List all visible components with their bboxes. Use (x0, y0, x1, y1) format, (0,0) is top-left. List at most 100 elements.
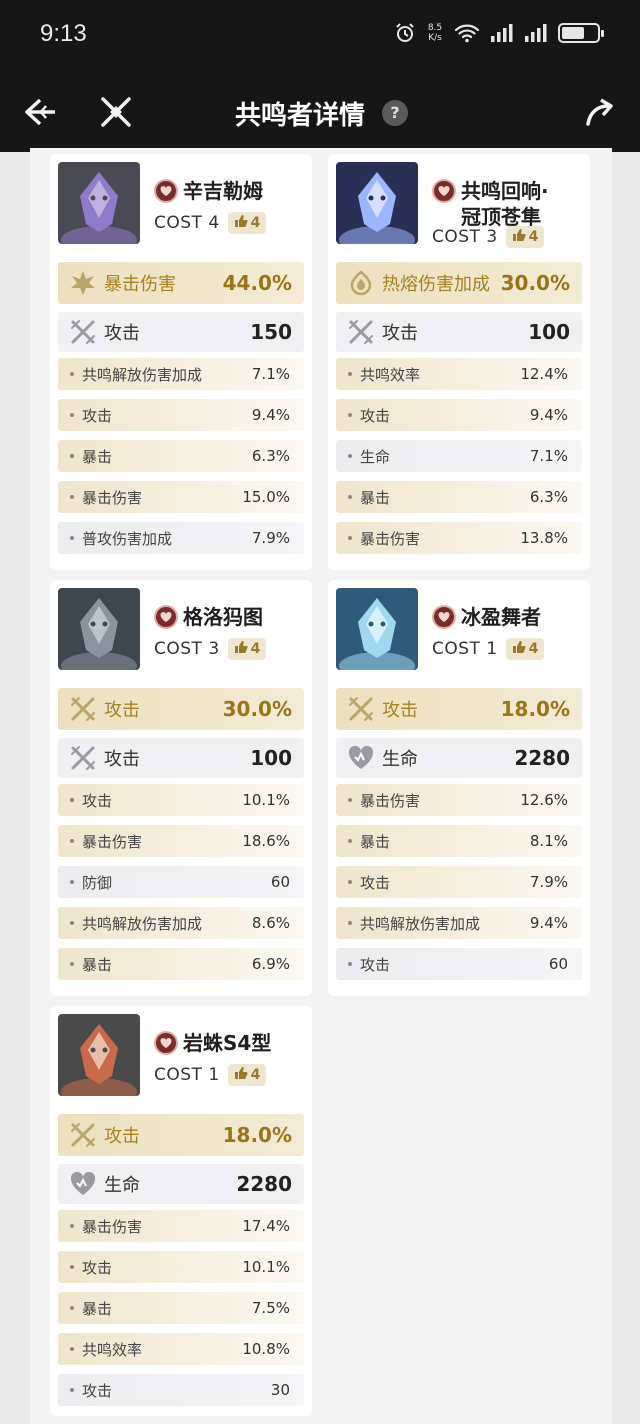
level-value: 4 (250, 215, 261, 231)
secondary-stat-label: 共鸣效率 (82, 1340, 143, 1359)
echo-card[interactable]: 格洛犸图 COST 3 4 攻击 30.0% 攻击 100 攻击 10.1% 暴… (50, 580, 312, 996)
bullet-icon (70, 454, 74, 458)
main-stat-label: 攻击 (382, 700, 418, 721)
secondary-stat-row: 共鸣解放伤害加成 7.1% (58, 358, 304, 390)
bullet-icon (348, 536, 352, 540)
echo-name-text: 冰盈舞者 (461, 605, 541, 629)
cost-label: COST 3 (432, 227, 498, 247)
secondary-stat-label: 暴击 (360, 832, 391, 851)
thumb-icon (512, 228, 529, 246)
echo-card-body: 岩蛛S4型 COST 1 4 攻击 18.0% 生命 2280 暴击伤害 17.… (58, 1014, 304, 1408)
cost-row: COST 3 4 (154, 638, 267, 660)
sonata-icon (432, 179, 456, 203)
sub-stat-label: 攻击 (382, 323, 418, 344)
secondary-stat-label: 攻击 (360, 955, 391, 974)
help-icon[interactable]: ? (382, 100, 408, 126)
echo-name-text: 岩蛛S4型 (183, 1031, 272, 1055)
bullet-icon (70, 536, 74, 540)
echo-name: 岩蛛S4型 (154, 1030, 271, 1056)
main-stat-value: 44.0% (222, 271, 292, 295)
bullet-icon (348, 962, 352, 966)
secondary-stat-label: 共鸣解放伤害加成 (82, 914, 203, 933)
sonata-icon (432, 605, 456, 629)
echo-avatar (336, 162, 418, 244)
level-value: 4 (250, 641, 261, 657)
alarm-icon (394, 22, 416, 44)
status-bar: 9:13 8.5 K/s (0, 12, 640, 52)
secondary-stat-label: 暴击 (360, 488, 391, 507)
sub-stat: 攻击 150 (58, 312, 304, 352)
secondary-stat-label: 共鸣解放伤害加成 (82, 365, 203, 384)
thumb-icon (512, 640, 529, 658)
secondary-stat-value: 10.8% (242, 1340, 290, 1358)
secondary-stat-value: 13.8% (520, 529, 568, 547)
secondary-stat-label: 攻击 (82, 1258, 113, 1277)
secondary-stat-label: 共鸣解放伤害加成 (360, 914, 481, 933)
cost-label: COST 4 (154, 213, 220, 233)
hp-icon (346, 745, 376, 771)
bullet-icon (70, 1388, 74, 1392)
network-speed: 8.5 K/s (427, 23, 443, 43)
bullet-icon (70, 495, 74, 499)
echo-card[interactable]: 冰盈舞者 COST 1 4 攻击 18.0% 生命 2280 暴击伤害 12.6… (328, 580, 590, 996)
secondary-stat-row: 共鸣解放伤害加成 9.4% (336, 907, 582, 939)
echo-name: 冰盈舞者 (432, 604, 541, 630)
thumb-icon (234, 1066, 251, 1084)
bullet-icon (348, 372, 352, 376)
sub-stat-value: 2280 (236, 1172, 292, 1196)
secondary-stat-label: 生命 (360, 447, 391, 466)
secondary-stat-row: 暴击 7.5% (58, 1292, 304, 1324)
echo-card[interactable]: 岩蛛S4型 COST 1 4 攻击 18.0% 生命 2280 暴击伤害 17.… (50, 1006, 312, 1416)
bullet-icon (348, 454, 352, 458)
main-stat-value: 30.0% (500, 271, 570, 295)
secondary-stat-row: 防御 60 (58, 866, 304, 898)
main-stat: 攻击 30.0% (58, 688, 304, 730)
echo-avatar (336, 588, 418, 670)
sub-stat-label: 生命 (382, 749, 418, 770)
secondary-stat-value: 17.4% (242, 1217, 290, 1235)
secondary-stat-value: 6.3% (529, 488, 568, 506)
share-button[interactable] (580, 92, 620, 132)
echo-card[interactable]: 辛吉勒姆 COST 4 4 暴击伤害 44.0% 攻击 150 共鸣解放伤害加成… (50, 154, 312, 570)
echo-card[interactable]: 共鸣回响· 冠顶苍隼 COST 3 4 热熔伤害加成 30.0% 攻击 100 共… (328, 154, 590, 570)
secondary-stat-row: 攻击 9.4% (58, 399, 304, 431)
bullet-icon (70, 962, 74, 966)
secondary-stat-row: 暴击伤害 15.0% (58, 481, 304, 513)
secondary-stat-label: 攻击 (82, 406, 113, 425)
secondary-stat-label: 普攻伤害加成 (82, 529, 173, 548)
secondary-stat-row: 暴击伤害 13.8% (336, 522, 582, 554)
bullet-icon (70, 372, 74, 376)
secondary-stat-row: 暴击伤害 18.6% (58, 825, 304, 857)
main-stat-value: 18.0% (500, 697, 570, 721)
secondary-stat-value: 10.1% (242, 791, 290, 809)
attack-icon (68, 1121, 98, 1149)
level-badge: 4 (227, 1064, 267, 1086)
sub-stat-value: 2280 (514, 746, 570, 770)
secondary-stat-row: 共鸣解放伤害加成 8.6% (58, 907, 304, 939)
secondary-stat-value: 6.3% (251, 447, 290, 465)
sub-stat-value: 100 (528, 320, 570, 344)
thumb-icon (234, 640, 251, 658)
secondary-stat-label: 暴击伤害 (82, 488, 143, 507)
secondary-stat-value: 6.9% (251, 955, 290, 973)
secondary-stat-label: 暴击伤害 (82, 1217, 143, 1236)
page-title: 共鸣者详情 (234, 101, 365, 131)
secondary-stat-label: 攻击 (360, 406, 391, 425)
secondary-stat-row: 暴击 6.9% (58, 948, 304, 980)
level-badge: 4 (505, 638, 545, 660)
secondary-stat-row: 暴击 6.3% (58, 440, 304, 472)
status-icons: 8.5 K/s (394, 20, 604, 46)
sonata-icon (154, 1031, 178, 1055)
secondary-stat-row: 暴击伤害 12.6% (336, 784, 582, 816)
bullet-icon (348, 921, 352, 925)
bullet-icon (70, 1224, 74, 1228)
cost-label: COST 1 (432, 639, 498, 659)
echo-name: 共鸣回响· 冠顶苍隼 (432, 178, 549, 230)
secondary-stat-row: 攻击 10.1% (58, 784, 304, 816)
bullet-icon (70, 1306, 74, 1310)
secondary-stat-value: 9.4% (529, 914, 568, 932)
crit-damage-icon (68, 269, 98, 297)
secondary-stat-row: 暴击 6.3% (336, 481, 582, 513)
secondary-stat-value: 7.9% (529, 873, 568, 891)
main-stat: 热熔伤害加成 30.0% (336, 262, 582, 304)
